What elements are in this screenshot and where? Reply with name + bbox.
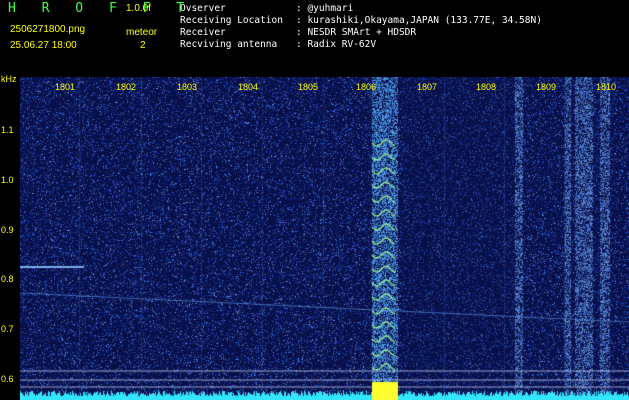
freq-tick: 0.6: [1, 374, 14, 384]
time-tick: 1802: [116, 82, 137, 92]
time-tick: 1805: [298, 82, 319, 92]
freq-tick: 0.9: [1, 225, 14, 235]
time-tick: 1810: [596, 82, 617, 92]
freq-tick: 0.8: [1, 274, 14, 284]
time-tick: 1807: [417, 82, 438, 92]
time-tick: 1808: [476, 82, 497, 92]
spectrogram-canvas: [20, 77, 629, 400]
antenna-value: : Radix RV-62V: [296, 39, 377, 50]
app-logo: H R O F F T: [8, 1, 194, 16]
location-label: Receiving Location: [180, 15, 283, 26]
freq-tick: 0.7: [1, 324, 14, 334]
time-tick: 1806: [356, 82, 377, 92]
unit-label: kHz: [1, 74, 17, 84]
version-label: 1.0.0f: [126, 3, 152, 14]
time-tick: 1803: [177, 82, 198, 92]
location-value: : kurashiki,Okayama,JAPAN (133.77E, 34.5…: [296, 15, 542, 26]
datetime-label: 25.06.27 18:00: [10, 40, 77, 51]
freq-tick: 1.1: [1, 125, 14, 135]
receiver-value: : NESDR SMArt + HDSDR: [296, 27, 417, 38]
time-tick: 1801: [55, 82, 76, 92]
filename-label: 2506271800.png: [10, 24, 86, 35]
antenna-label: Recviving antenna: [180, 39, 278, 50]
observer-value: : @yuhmari: [296, 3, 354, 14]
observer-label: Ovserver: [180, 3, 226, 14]
time-tick: 1804: [238, 82, 259, 92]
meteor-count: 2: [140, 40, 146, 51]
meteor-label: meteor: [126, 27, 158, 38]
time-tick: 1809: [536, 82, 557, 92]
receiver-label: Receiver: [180, 27, 226, 38]
hrofft-spectrogram-screen: H R O F F T 1.0.0f 2506271800.png meteor…: [0, 0, 629, 400]
freq-tick: 1.0: [1, 175, 14, 185]
